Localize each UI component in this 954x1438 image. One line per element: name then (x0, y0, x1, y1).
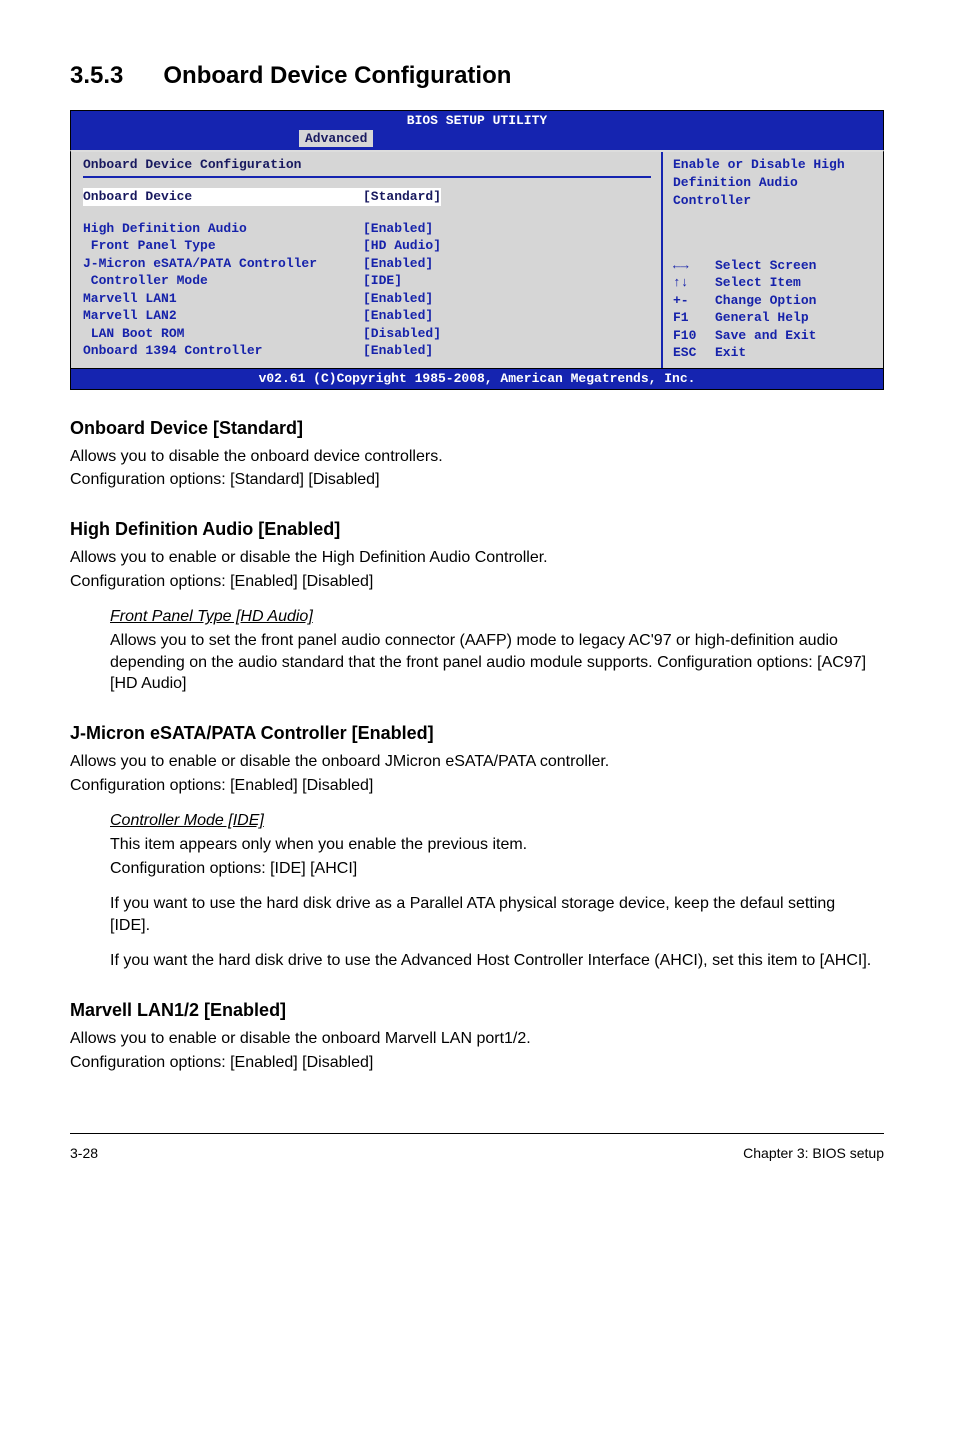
text: Configuration options: [IDE] [AHCI] (110, 858, 874, 880)
section-number: 3.5.3 (70, 62, 123, 89)
bios-setting-value: [Enabled] (363, 220, 433, 238)
bios-tab-advanced[interactable]: Advanced (299, 130, 373, 147)
bios-key-row: F10Save and Exit (673, 327, 873, 345)
spacer (83, 206, 651, 220)
bios-key-row: ←→Select Screen (673, 257, 873, 275)
bios-key-symbol: ←→ (673, 257, 715, 275)
bios-key-text: Select Item (715, 274, 801, 292)
bios-key-symbol: F10 (673, 327, 715, 345)
bios-setting-row[interactable]: High Definition Audio[Enabled] (83, 220, 651, 238)
subsection: Front Panel Type [HD Audio] Allows you t… (110, 606, 874, 694)
bios-key-symbol: ESC (673, 344, 715, 362)
bios-setting-value: [Enabled] (363, 290, 433, 308)
bios-key-text: General Help (715, 309, 809, 327)
page-footer: 3-28 Chapter 3: BIOS setup (70, 1133, 884, 1163)
bios-setting-label: High Definition Audio (83, 220, 363, 238)
bios-key-row: +-Change Option (673, 292, 873, 310)
bios-key-row: F1General Help (673, 309, 873, 327)
text: Configuration options: [Enabled] [Disabl… (70, 1052, 884, 1074)
bios-setting-row[interactable]: Front Panel Type[HD Audio] (83, 237, 651, 255)
sub-title: Controller Mode [IDE] (110, 812, 264, 829)
text: If you want to use the hard disk drive a… (110, 893, 874, 936)
text: Configuration options: [Standard] [Disab… (70, 469, 884, 491)
page-number: 3-28 (70, 1144, 98, 1163)
bios-setting-value: [Enabled] (363, 342, 433, 360)
bios-setting-value: [IDE] (363, 272, 402, 290)
text: Configuration options: [Enabled] [Disabl… (70, 571, 884, 593)
heading-marvell-lan: Marvell LAN1/2 [Enabled] (70, 998, 884, 1022)
bios-key-symbol: +- (673, 292, 715, 310)
bios-setting-label: Marvell LAN2 (83, 307, 363, 325)
bios-setting-label: LAN Boot ROM (83, 325, 363, 343)
bios-left-pane: Onboard Device Configuration Onboard Dev… (71, 152, 663, 367)
subsection: Controller Mode [IDE] This item appears … (110, 810, 874, 879)
bios-header: BIOS SETUP UTILITY (70, 110, 884, 130)
subsection: If you want the hard disk drive to use t… (110, 950, 874, 972)
heading-jmicron: J-Micron eSATA/PATA Controller [Enabled] (70, 721, 884, 745)
bios-body: Onboard Device Configuration Onboard Dev… (70, 150, 884, 368)
bios-setting-label: Controller Mode (83, 272, 363, 290)
bios-setting-value: [Standard] (363, 188, 441, 206)
subsection: If you want to use the hard disk drive a… (110, 893, 874, 936)
bios-key-text: Exit (715, 344, 746, 362)
bios-key-row: ESCExit (673, 344, 873, 362)
bios-setting-value: [Enabled] (363, 255, 433, 273)
bios-help-text: Enable or Disable High Definition Audio … (673, 156, 873, 209)
bios-key-text: Select Screen (715, 257, 816, 275)
bios-settings-list: Onboard Device[Standard]High Definition … (83, 188, 651, 360)
heading-hd-audio: High Definition Audio [Enabled] (70, 517, 884, 541)
bios-header-title: BIOS SETUP UTILITY (407, 113, 547, 128)
bios-footer: v02.61 (C)Copyright 1985-2008, American … (70, 369, 884, 390)
chapter-label: Chapter 3: BIOS setup (743, 1144, 884, 1163)
bios-key-text: Change Option (715, 292, 816, 310)
heading-onboard-device: Onboard Device [Standard] (70, 416, 884, 440)
bios-key-row: ↑↓Select Item (673, 274, 873, 292)
bios-setting-row[interactable]: Controller Mode[IDE] (83, 272, 651, 290)
section-heading: 3.5.3 Onboard Device Configuration (70, 60, 884, 92)
bios-setting-row[interactable]: Onboard 1394 Controller[Enabled] (83, 342, 651, 360)
bios-setting-label: Marvell LAN1 (83, 290, 363, 308)
bios-setting-value: [HD Audio] (363, 237, 441, 255)
bios-key-symbol: ↑↓ (673, 274, 715, 292)
bios-setting-label: Onboard Device (83, 188, 363, 206)
bios-setting-row[interactable]: Onboard Device[Standard] (83, 188, 651, 206)
text: Allows you to enable or disable the onbo… (70, 751, 884, 773)
bios-key-symbol: F1 (673, 309, 715, 327)
bios-panel: BIOS SETUP UTILITY Advanced Onboard Devi… (70, 110, 884, 389)
text: If you want the hard disk drive to use t… (110, 950, 874, 972)
section-title: Onboard Device Configuration (163, 62, 511, 89)
bios-tab-row: Advanced (70, 130, 884, 151)
bios-setting-row[interactable]: J-Micron eSATA/PATA Controller[Enabled] (83, 255, 651, 273)
bios-setting-value: [Enabled] (363, 307, 433, 325)
text: Allows you to enable or disable the onbo… (70, 1028, 884, 1050)
text: Allows you to set the front panel audio … (110, 630, 874, 695)
bios-setting-row[interactable]: LAN Boot ROM[Disabled] (83, 325, 651, 343)
bios-right-pane: Enable or Disable High Definition Audio … (663, 152, 883, 367)
bios-panel-title: Onboard Device Configuration (83, 156, 651, 178)
text: Allows you to enable or disable the High… (70, 547, 884, 569)
bios-setting-row[interactable]: Marvell LAN1[Enabled] (83, 290, 651, 308)
bios-key-text: Save and Exit (715, 327, 816, 345)
sub-title: Front Panel Type [HD Audio] (110, 608, 313, 625)
text: This item appears only when you enable t… (110, 834, 874, 856)
bios-setting-label: Onboard 1394 Controller (83, 342, 363, 360)
text: Allows you to disable the onboard device… (70, 446, 884, 468)
bios-key-legend: ←→Select Screen↑↓Select Item+-Change Opt… (673, 257, 873, 362)
text: Configuration options: [Enabled] [Disabl… (70, 775, 884, 797)
bios-setting-row[interactable]: Marvell LAN2[Enabled] (83, 307, 651, 325)
bios-setting-value: [Disabled] (363, 325, 441, 343)
bios-setting-label: J-Micron eSATA/PATA Controller (83, 255, 363, 273)
bios-setting-label: Front Panel Type (83, 237, 363, 255)
